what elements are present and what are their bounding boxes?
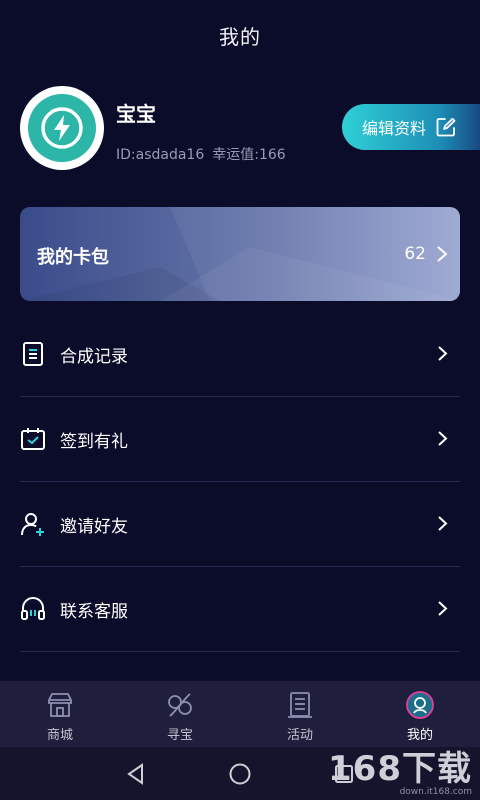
tab-profile[interactable]: 我的 <box>360 681 480 747</box>
watermark-text: 168下载 <box>328 749 472 789</box>
page-title: 我的 <box>219 24 261 49</box>
menu-list: 合成记录 签到有礼 邀请好友 联系客服 <box>20 312 460 652</box>
luck-value: 幸运值:166 <box>212 147 286 163</box>
menu-item-label: 合成记录 <box>60 346 128 367</box>
home-icon[interactable] <box>228 762 252 786</box>
avatar-inner <box>28 94 96 162</box>
chevron-right-icon <box>438 431 448 446</box>
page-header: 我的 <box>0 0 480 70</box>
back-icon[interactable] <box>124 762 148 786</box>
user-id: ID:asdada16 <box>116 147 205 163</box>
edit-profile-button[interactable]: 编辑资料 <box>342 104 480 150</box>
chevron-right-icon <box>438 601 448 616</box>
menu-item-customer-service[interactable]: 联系客服 <box>20 567 460 652</box>
chevron-right-icon <box>438 516 448 531</box>
wallet-count: 62 <box>404 244 426 264</box>
bottom-tab-bar: 商城 寻宝 活动 我的 <box>0 681 480 747</box>
tab-treasure[interactable]: 寻宝 <box>120 681 240 747</box>
profile-section: 宝宝 ID:asdada16 幸运值:166 编辑资料 <box>20 86 480 176</box>
avatar[interactable] <box>20 86 104 170</box>
tab-store[interactable]: 商城 <box>0 681 120 747</box>
menu-item-invite-friends[interactable]: 邀请好友 <box>20 482 460 567</box>
lightning-icon <box>41 107 83 149</box>
calendar-check-icon <box>21 428 45 450</box>
menu-item-label: 联系客服 <box>60 601 128 622</box>
profile-icon <box>406 690 434 719</box>
user-name: 宝宝 <box>116 102 156 126</box>
add-user-icon <box>21 513 44 536</box>
tab-label: 我的 <box>406 727 433 743</box>
menu-item-label: 签到有礼 <box>60 431 128 452</box>
wallet-card[interactable]: 我的卡包 62 <box>20 207 460 301</box>
edit-profile-label: 编辑资料 <box>362 119 427 138</box>
chevron-right-icon <box>438 346 448 361</box>
chevron-right-icon <box>437 246 448 262</box>
headset-icon <box>21 597 45 620</box>
edit-icon <box>436 117 456 137</box>
tab-label: 寻宝 <box>166 727 193 743</box>
watermark: 168下载 down.it168.com <box>328 752 472 797</box>
treasure-icon <box>168 692 192 717</box>
store-icon <box>48 692 72 717</box>
tab-label: 商城 <box>46 727 73 743</box>
activity-icon <box>288 691 312 718</box>
document-icon <box>23 342 43 366</box>
menu-item-synthesis-record[interactable]: 合成记录 <box>20 312 460 397</box>
tab-activity[interactable]: 活动 <box>240 681 360 747</box>
menu-item-sign-in-gift[interactable]: 签到有礼 <box>20 397 460 482</box>
menu-item-label: 邀请好友 <box>60 516 128 537</box>
tab-label: 活动 <box>286 727 313 743</box>
wallet-title: 我的卡包 <box>37 247 109 268</box>
user-meta: ID:asdada16 幸运值:166 <box>116 144 294 164</box>
watermark-url: down.it168.com <box>399 787 472 797</box>
